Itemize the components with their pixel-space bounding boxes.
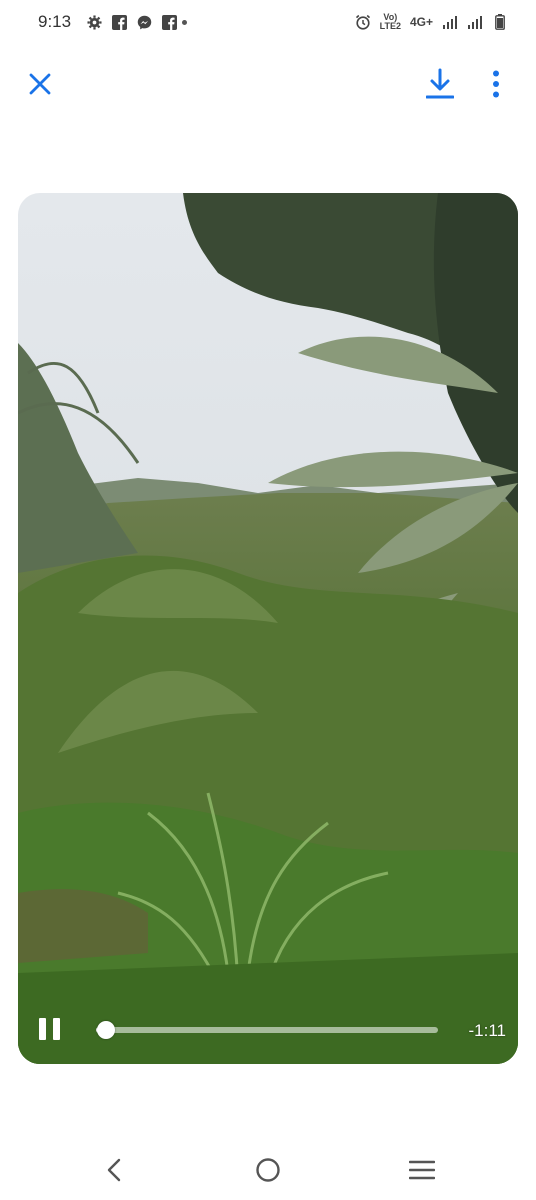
video-controls: -1:11 xyxy=(18,994,518,1064)
video-frame xyxy=(18,193,518,1064)
close-button[interactable] xyxy=(20,64,60,104)
network-type: 4G+ xyxy=(409,15,433,29)
back-icon xyxy=(107,1158,121,1182)
status-bar-left: 9:13 xyxy=(38,12,188,32)
top-toolbar xyxy=(0,56,536,112)
back-button[interactable] xyxy=(92,1152,136,1188)
alarm-icon xyxy=(355,14,371,30)
recents-icon xyxy=(409,1160,435,1180)
status-bar-right: Vo) LTE2 4G+ xyxy=(355,13,508,31)
notification-dot-icon xyxy=(182,19,188,25)
pause-button[interactable] xyxy=(36,1014,64,1046)
more-vertical-icon xyxy=(493,70,499,98)
signal-icon xyxy=(442,14,458,30)
messenger-icon xyxy=(136,14,152,30)
close-icon xyxy=(29,73,51,95)
status-bar: 9:13 Vo) LTE2 4G+ xyxy=(0,0,536,44)
download-button[interactable] xyxy=(420,64,460,104)
signal-icon xyxy=(467,14,483,30)
facebook-icon xyxy=(161,14,177,30)
recents-button[interactable] xyxy=(400,1152,444,1188)
pause-icon-bar-left xyxy=(39,1018,46,1040)
video-progress-thumb[interactable] xyxy=(97,1021,116,1039)
video-player[interactable]: -1:11 xyxy=(18,193,518,1064)
pause-icon-bar-right xyxy=(53,1018,60,1040)
home-button[interactable] xyxy=(246,1152,290,1188)
time-remaining: -1:11 xyxy=(468,1021,507,1040)
download-icon xyxy=(426,68,454,99)
video-progress-bar[interactable] xyxy=(96,1021,438,1039)
facebook-icon xyxy=(111,14,127,30)
volte-label-bottom: LTE2 xyxy=(379,21,401,31)
home-icon xyxy=(256,1158,280,1182)
more-options-button[interactable] xyxy=(476,64,516,104)
navigation-bar xyxy=(0,1140,536,1200)
volte-icon: Vo) LTE2 xyxy=(380,13,401,31)
settings-icon xyxy=(86,14,102,30)
battery-icon xyxy=(492,14,508,30)
status-time: 9:13 xyxy=(38,12,72,31)
